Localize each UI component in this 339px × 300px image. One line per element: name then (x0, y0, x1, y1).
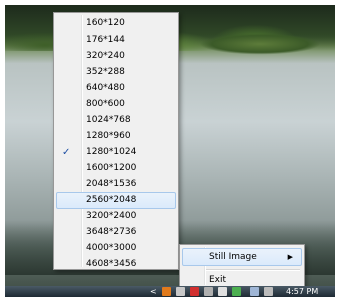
volume-icon[interactable] (264, 287, 273, 296)
tray-icon[interactable] (204, 287, 213, 296)
submenu-arrow-icon: ▶ (287, 253, 293, 261)
wallpaper-island (180, 30, 335, 58)
menu-item-800x600[interactable]: 800*600 (56, 96, 176, 113)
clock[interactable]: 4:57 PM (286, 286, 318, 297)
tray-icon[interactable] (176, 287, 185, 296)
resolution-menu: 160*120 176*144 320*240 352*288 640*480 … (53, 12, 179, 270)
menu-item-4000x3000[interactable]: 4000*3000 (56, 240, 176, 257)
menu-item-176x144[interactable]: 176*144 (56, 32, 176, 49)
menu-item-1280x960[interactable]: 1280*960 (56, 128, 176, 145)
menu-item-3200x2400[interactable]: 3200*2400 (56, 208, 176, 225)
tray-context-menu: Still Image ▶ Exit (179, 244, 305, 288)
menu-item-3648x2736[interactable]: 3648*2736 (56, 224, 176, 241)
show-hidden-icons-chevron[interactable]: < (150, 286, 157, 297)
network-icon[interactable] (250, 287, 259, 296)
menu-item-640x480[interactable]: 640*480 (56, 80, 176, 97)
tray-icon-red[interactable] (190, 287, 199, 296)
menu-item-2560x2048[interactable]: 2560*2048 (56, 192, 176, 209)
menu-item-2048x1536[interactable]: 2048*1536 (56, 176, 176, 193)
menu-item-160x120[interactable]: 160*120 (56, 15, 176, 32)
checkmark-icon: ✓ (62, 147, 71, 158)
menu-item-still-image[interactable]: Still Image ▶ (182, 248, 302, 266)
menu-item-1024x768[interactable]: 1024*768 (56, 112, 176, 129)
menu-item-4608x3456[interactable]: 4608*3456 (56, 256, 176, 273)
security-icon[interactable] (232, 287, 241, 296)
menu-item-352x288[interactable]: 352*288 (56, 64, 176, 81)
menu-item-1280x1024[interactable]: ✓ 1280*1024 (56, 144, 176, 161)
camera-app-tray-icon[interactable] (162, 287, 171, 296)
menu-item-1600x1200[interactable]: 1600*1200 (56, 160, 176, 177)
menu-item-320x240[interactable]: 320*240 (56, 48, 176, 65)
flag-icon[interactable] (218, 287, 227, 296)
